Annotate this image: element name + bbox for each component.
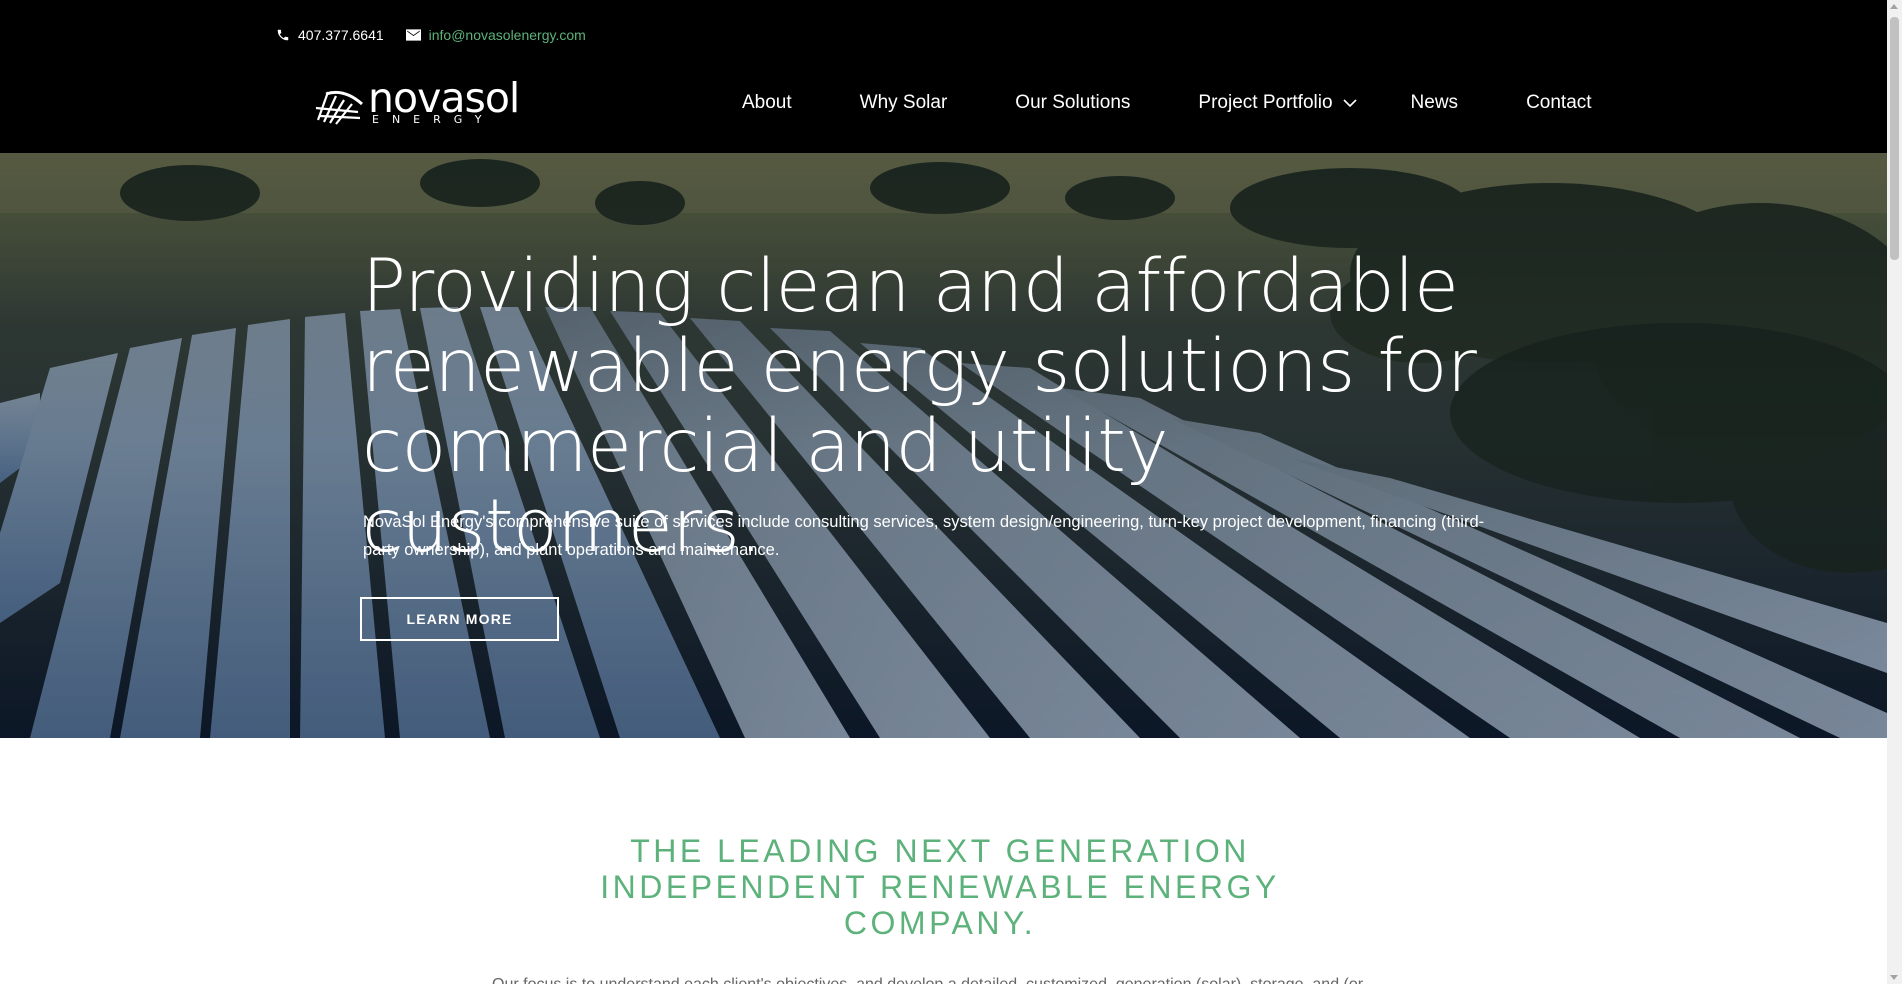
nav-contact[interactable]: Contact <box>1526 92 1591 114</box>
nav-about[interactable]: About <box>742 92 792 114</box>
email-contact[interactable]: info@novasolenergy.com <box>405 27 586 43</box>
logo-mark-icon <box>315 90 363 125</box>
nav-why-solar[interactable]: Why Solar <box>860 92 948 114</box>
learn-more-button[interactable]: LEARN MORE <box>360 597 559 641</box>
scroll-up-arrow-icon[interactable] <box>1890 4 1898 9</box>
logo-tagline: ENERGY <box>372 113 495 126</box>
nav-project-portfolio-label[interactable]: Project Portfolio <box>1198 92 1332 114</box>
intro-text: Our focus is to understand each client's… <box>492 972 1412 984</box>
email-address[interactable]: info@novasolenergy.com <box>429 27 586 43</box>
scrollbar-thumb[interactable] <box>1890 17 1899 260</box>
main-nav: About Why Solar Our Solutions Project Po… <box>742 92 1592 114</box>
phone-icon <box>276 28 290 42</box>
hero-description: NovaSol Energy's comprehensive suite of … <box>363 513 1485 559</box>
site-header: 407.377.6641 info@novasolenergy.com nova… <box>0 0 1887 153</box>
scroll-down-arrow-icon[interactable] <box>1890 975 1898 980</box>
phone-contact[interactable]: 407.377.6641 <box>276 27 384 43</box>
scrollbar[interactable] <box>1887 0 1902 984</box>
hero-section: Providing clean and affordable renewable… <box>0 153 1887 738</box>
logo[interactable]: novasol ENERGY <box>314 74 520 126</box>
phone-number[interactable]: 407.377.6641 <box>298 27 384 43</box>
nav-news[interactable]: News <box>1411 92 1459 114</box>
nav-project-portfolio[interactable]: Project Portfolio <box>1198 92 1357 114</box>
nav-our-solutions[interactable]: Our Solutions <box>1015 92 1130 114</box>
intro-heading: THE LEADING NEXT GENERATION INDEPENDENT … <box>600 833 1280 941</box>
envelope-icon <box>405 29 421 41</box>
page: 407.377.6641 info@novasolenergy.com nova… <box>0 0 1887 984</box>
contact-bar: 407.377.6641 info@novasolenergy.com <box>276 27 586 43</box>
chevron-down-icon[interactable] <box>1342 98 1357 108</box>
